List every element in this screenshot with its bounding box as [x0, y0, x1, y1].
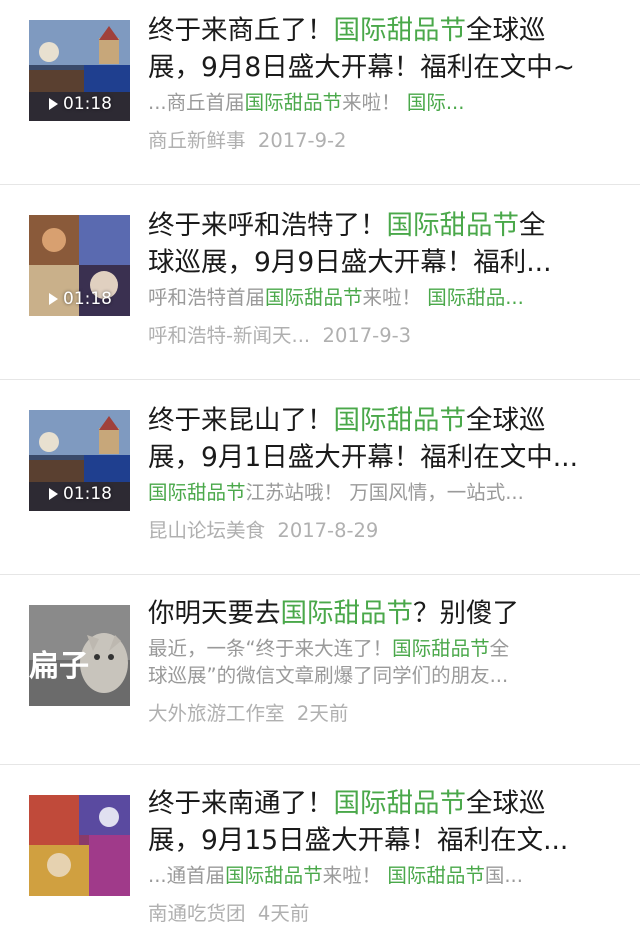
video-duration: 01:18 [49, 94, 112, 114]
article-digest: 国际甜品节江苏站哦！ 万国风情，一站式... [148, 481, 524, 504]
list-item[interactable]: 终于来南通了！国际甜品节全球巡 展，9月15日盛大开幕！福利在文... ...通… [0, 765, 640, 944]
article-thumbnail[interactable] [29, 795, 130, 896]
publish-date: 4天前 [257, 902, 310, 925]
publish-date: 2017-8-29 [277, 519, 379, 542]
article-meta: 昆山论坛美食 2017-8-29 [148, 517, 614, 544]
video-duration: 01:18 [49, 289, 112, 309]
list-item[interactable]: 01:18 终于来商丘了！国际甜品节全球巡 展，9月8日盛大开幕！福利在文中~ … [0, 0, 640, 185]
publish-date: 2017-9-3 [322, 324, 412, 347]
video-thumbnail[interactable]: 01:18 [29, 215, 130, 316]
article-digest: 呼和浩特首届国际甜品节来啦！ 国际甜品... [148, 286, 524, 309]
list-item[interactable]: 01:18 终于来呼和浩特了！国际甜品节全 球巡展，9月9日盛大开幕！福利...… [0, 185, 640, 380]
video-duration: 01:18 [49, 484, 112, 504]
source-account: 商丘新鲜事 [148, 129, 246, 152]
play-icon [49, 488, 58, 500]
article-title[interactable]: 终于来南通了！国际甜品节全球巡 [148, 785, 614, 822]
publish-date: 2017-9-2 [257, 129, 347, 152]
video-thumbnail[interactable]: 01:18 [29, 410, 130, 511]
article-meta: 南通吃货团 4天前 [148, 900, 614, 927]
article-title-line2[interactable]: 展，9月8日盛大开幕！福利在文中~ [148, 49, 614, 86]
video-thumbnail[interactable]: 01:18 [29, 20, 130, 121]
article-title-line2[interactable]: 球巡展，9月9日盛大开幕！福利... [148, 244, 614, 281]
article-digest: ...商丘首届国际甜品节来啦！ 国际... [148, 91, 465, 114]
article-title[interactable]: 你明天要去国际甜品节？别傻了 [148, 595, 614, 632]
list-item[interactable]: 扁子 你明天要去国际甜品节？别傻了 最近，一条“终于来大连了！国际甜品节全 球巡… [0, 575, 640, 765]
article-digest: ...通首届国际甜品节来啦！ 国际甜品节国... [148, 864, 523, 887]
article-digest: 最近，一条“终于来大连了！国际甜品节全 [148, 637, 510, 660]
publish-date: 2天前 [296, 702, 349, 725]
article-title-line2[interactable]: 展，9月1日盛大开幕！福利在文中... [148, 439, 614, 476]
article-list: 01:18 终于来商丘了！国际甜品节全球巡 展，9月8日盛大开幕！福利在文中~ … [0, 0, 640, 944]
article-meta: 商丘新鲜事 2017-9-2 [148, 127, 614, 154]
article-title[interactable]: 终于来昆山了！国际甜品节全球巡 [148, 402, 614, 439]
thumbnail-caption: 扁子 [29, 649, 89, 684]
list-item[interactable]: 01:18 终于来昆山了！国际甜品节全球巡 展，9月1日盛大开幕！福利在文中..… [0, 380, 640, 575]
source-account: 昆山论坛美食 [148, 519, 266, 542]
article-title[interactable]: 终于来商丘了！国际甜品节全球巡 [148, 12, 614, 49]
play-icon [49, 98, 58, 110]
play-icon [49, 293, 58, 305]
source-account: 呼和浩特-新闻天... [148, 324, 311, 347]
thumbnail-image [29, 795, 130, 896]
article-thumbnail[interactable]: 扁子 [29, 605, 130, 706]
article-title[interactable]: 终于来呼和浩特了！国际甜品节全 [148, 207, 614, 244]
article-title-line2[interactable]: 展，9月15日盛大开幕！福利在文... [148, 822, 614, 859]
article-digest-line2: 球巡展”的微信文章刷爆了同学们的朋友... [148, 664, 509, 687]
article-meta: 呼和浩特-新闻天... 2017-9-3 [148, 322, 614, 349]
article-meta: 大外旅游工作室 2天前 [148, 700, 614, 727]
source-account: 南通吃货团 [148, 902, 246, 925]
source-account: 大外旅游工作室 [148, 702, 285, 725]
